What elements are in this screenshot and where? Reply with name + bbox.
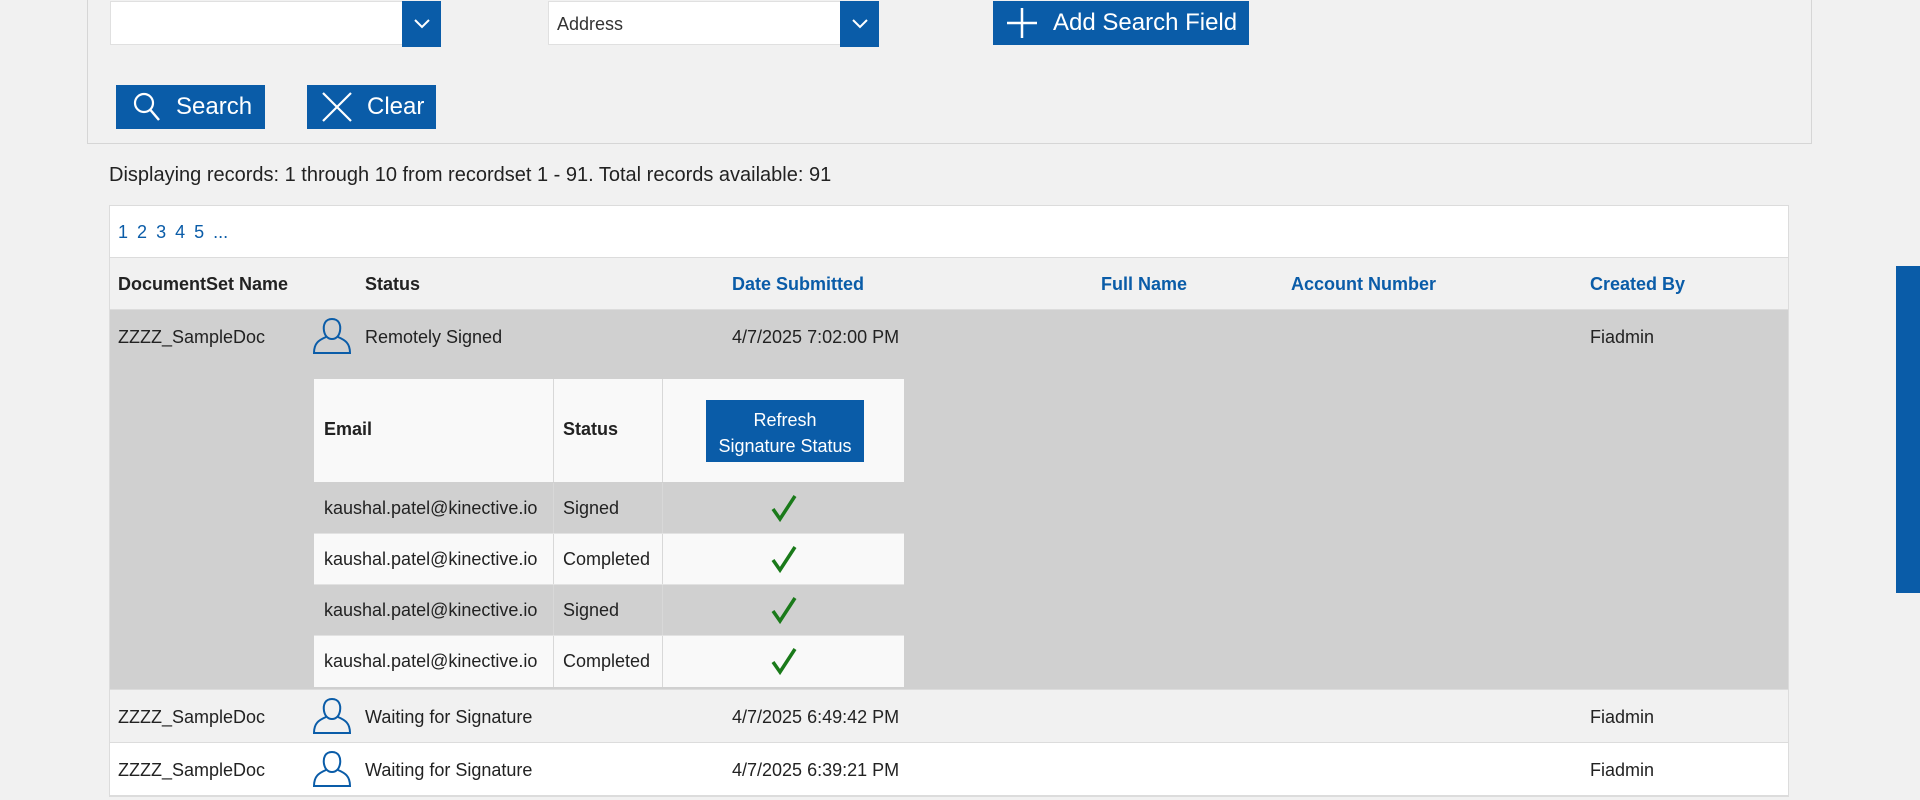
user-icon[interactable] [311, 748, 353, 790]
row-created-by: Fiadmin [1590, 327, 1655, 347]
grid-header: DocumentSet Name Status Date Submitted F… [110, 258, 1788, 310]
search-panel: Address Add Search Field Search Clear [87, 0, 1812, 144]
refresh-label-line2: Signature Status [718, 436, 852, 456]
signer-row: kaushal.patel@kinective.io Signed [314, 585, 904, 636]
search-field-select-address[interactable]: Address [548, 1, 879, 47]
search-button[interactable]: Search [116, 85, 265, 129]
user-icon[interactable] [311, 695, 353, 737]
pager: 1 2 3 4 5 ... [110, 206, 1788, 258]
search-field-value: Address [557, 14, 624, 34]
records-info: Displaying records: 1 through 10 from re… [109, 164, 832, 186]
search-label: Search [176, 93, 253, 120]
clear-label: Clear [367, 93, 425, 120]
chevron-down-icon [851, 19, 868, 29]
signer-row: kaushal.patel@kinective.io Completed [314, 534, 904, 585]
signer-email: kaushal.patel@kinective.io [324, 498, 538, 518]
signer-status: Signed [563, 600, 620, 620]
search-icon [133, 92, 160, 121]
dropdown-button[interactable] [840, 1, 879, 47]
row-date-submitted: 4/7/2025 6:39:21 PM [732, 760, 900, 780]
plus-icon [1007, 8, 1037, 38]
pager-more[interactable]: ... [213, 222, 228, 242]
add-search-field-button[interactable]: Add Search Field [993, 1, 1249, 45]
row-status: Waiting for Signature [365, 707, 533, 727]
pager-page-2[interactable]: 2 [137, 222, 147, 242]
col-header-status: Status [365, 274, 421, 294]
signer-row: kaushal.patel@kinective.io Completed [314, 636, 904, 687]
col-header-created-by[interactable]: Created By [1590, 274, 1685, 295]
row-date-submitted: 4/7/2025 6:49:42 PM [732, 707, 900, 727]
signer-email: kaushal.patel@kinective.io [324, 549, 538, 569]
side-tab[interactable] [1896, 266, 1920, 593]
signer-email: kaushal.patel@kinective.io [324, 651, 538, 671]
row-name: ZZZZ_SampleDoc [118, 327, 266, 347]
table-row[interactable]: ZZZZ_SampleDoc Waiting for Signature 4/7… [110, 690, 1788, 743]
check-icon [771, 495, 797, 523]
search-field-select[interactable] [110, 1, 441, 47]
signer-status: Signed [563, 498, 620, 518]
signer-email: kaushal.patel@kinective.io [324, 600, 538, 620]
col-header-account-number[interactable]: Account Number [1291, 274, 1436, 295]
refresh-label-line1: Refresh [753, 410, 817, 430]
signer-col-email: Email [324, 419, 373, 439]
col-header-full-name[interactable]: Full Name [1101, 274, 1187, 295]
check-icon [771, 546, 797, 574]
pager-page-5[interactable]: 5 [194, 222, 204, 242]
signer-col-status: Status [563, 419, 619, 439]
close-icon [322, 92, 352, 122]
pager-page-4[interactable]: 4 [175, 222, 185, 242]
user-icon[interactable] [311, 315, 353, 357]
results-grid: 1 2 3 4 5 ... DocumentSet Name Status Da… [109, 205, 1789, 797]
check-icon [771, 597, 797, 625]
signer-status: Completed [563, 651, 651, 671]
pager-current: 1 [118, 222, 129, 242]
table-row[interactable]: ZZZZ_SampleDoc Remotely Signed 4/7/2025 … [110, 310, 1788, 690]
row-date-submitted: 4/7/2025 7:02:00 PM [732, 327, 900, 347]
row-name: ZZZZ_SampleDoc [118, 760, 266, 780]
add-search-field-label: Add Search Field [1053, 9, 1238, 36]
signer-table: Email Status Refresh Signature Status ka… [313, 378, 905, 688]
dropdown-button[interactable] [402, 1, 441, 47]
col-header-date-submitted[interactable]: Date Submitted [732, 274, 864, 295]
pager-page-3[interactable]: 3 [156, 222, 166, 242]
check-icon [771, 648, 797, 676]
signer-table-header: Email Status Refresh Signature Status [314, 379, 904, 483]
clear-button[interactable]: Clear [307, 85, 436, 129]
col-header-name: DocumentSet Name [118, 274, 289, 294]
row-created-by: Fiadmin [1590, 707, 1655, 727]
row-created-by: Fiadmin [1590, 760, 1655, 780]
row-name: ZZZZ_SampleDoc [118, 707, 266, 727]
signer-status: Completed [563, 549, 651, 569]
refresh-signature-status-button[interactable]: Refresh Signature Status [706, 400, 864, 462]
row-status: Waiting for Signature [365, 760, 533, 780]
signer-row: kaushal.patel@kinective.io Signed [314, 483, 904, 534]
chevron-down-icon [413, 19, 430, 29]
row-status: Remotely Signed [365, 327, 503, 347]
table-row[interactable]: ZZZZ_SampleDoc Waiting for Signature 4/7… [110, 743, 1788, 796]
